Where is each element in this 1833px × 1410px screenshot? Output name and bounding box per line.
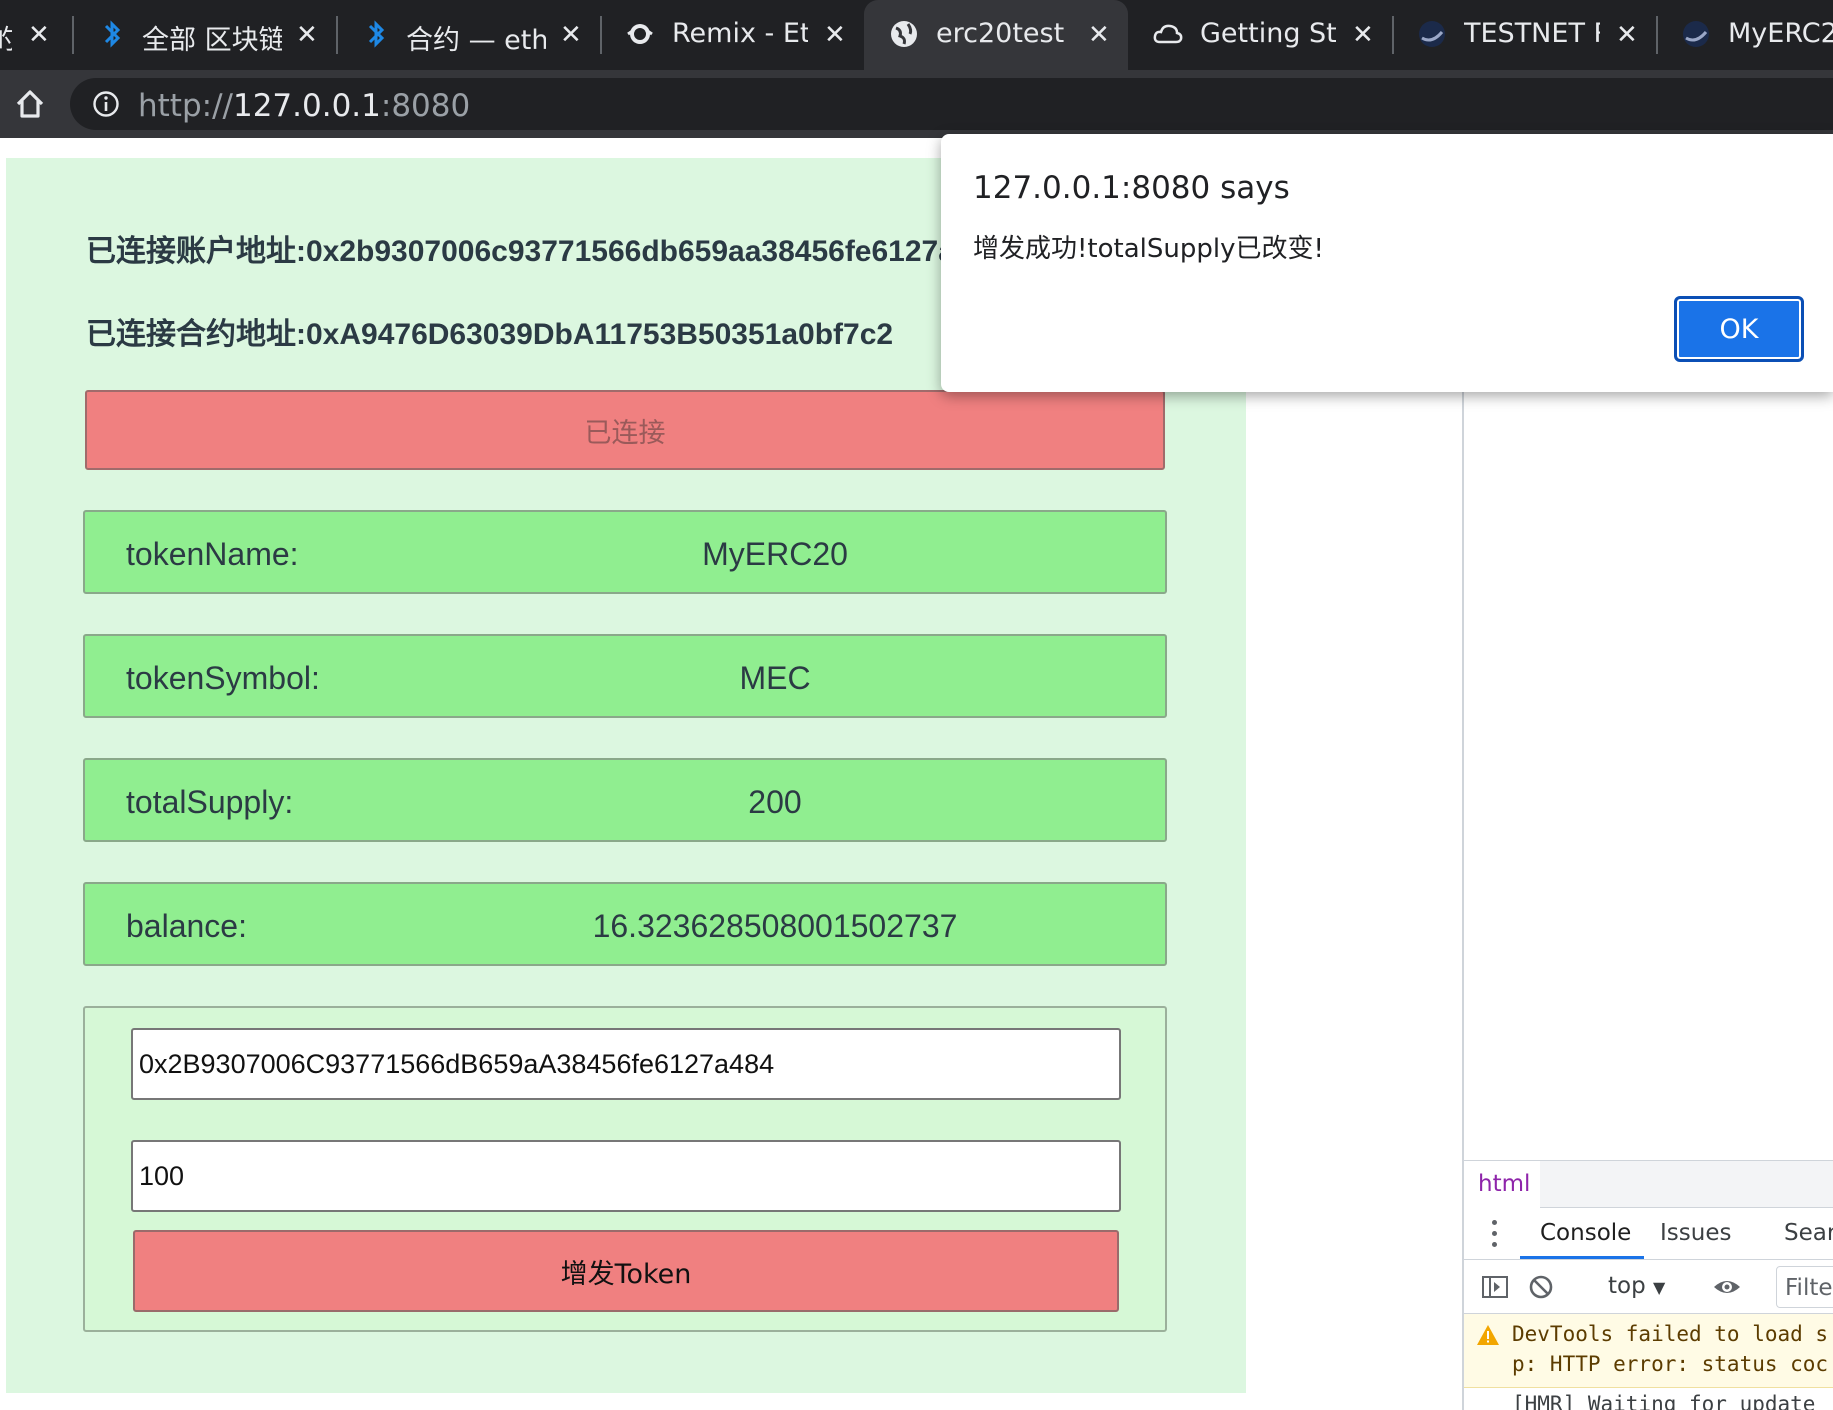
tab-title: Remix - Ethereum: [672, 18, 808, 49]
balance-label: balance:: [126, 908, 247, 944]
tab-6[interactable]: TESTNET Rinkeby ✕: [1394, 0, 1656, 70]
bluetooth-like-icon: [368, 20, 385, 48]
eye-icon[interactable]: [1712, 1272, 1742, 1302]
tab-4-active[interactable]: erc20test ✕: [864, 0, 1128, 70]
tab-title: 全部 区块链交易: [142, 25, 282, 56]
close-icon[interactable]: ✕: [296, 20, 318, 50]
url-port: :8080: [380, 88, 471, 124]
more-options-icon[interactable]: [1492, 1220, 1498, 1248]
tab-console[interactable]: Console: [1540, 1220, 1631, 1246]
sidebar-toggle-icon[interactable]: [1480, 1272, 1510, 1302]
context-selector[interactable]: top ▼: [1608, 1273, 1665, 1299]
warning-line-1: DevTools failed to load s: [1512, 1322, 1829, 1346]
remix-icon: [627, 24, 653, 44]
total-supply-value: 200: [748, 784, 802, 820]
tab-1[interactable]: 全部 区块链交易 ✕: [74, 0, 336, 70]
console-filter-input[interactable]: Filter: [1776, 1266, 1833, 1308]
tab-strip: 的 ✕ 全部 区块链交易 ✕ 合约 — ethe ✕ Remix - Ether…: [0, 0, 1833, 70]
mint-address-input[interactable]: [131, 1028, 1121, 1100]
breadcrumb-html[interactable]: html: [1464, 1161, 1540, 1209]
drawer-tabs: Console Issues Search: [1464, 1208, 1833, 1260]
tab-2[interactable]: 合约 — ethe ✕: [338, 0, 600, 70]
moon-icon: [1419, 21, 1445, 47]
total-supply-row: totalSupply: 200: [83, 758, 1167, 842]
token-name-row: tokenName: MyERC20: [83, 510, 1167, 594]
console-log-message: [HMR] Waiting for update: [1512, 1392, 1816, 1410]
info-icon[interactable]: [92, 90, 120, 118]
close-icon[interactable]: ✕: [28, 20, 50, 50]
connect-button[interactable]: 已连接: [85, 390, 1165, 470]
token-name-label: tokenName:: [126, 536, 299, 572]
alert-dialog: 127.0.0.1:8080 says 增发成功!totalSupply已改变!…: [941, 134, 1833, 392]
close-icon[interactable]: ✕: [1616, 20, 1638, 50]
bluetooth-like-icon: [104, 20, 121, 48]
url-host: 127.0.0.1: [232, 88, 381, 124]
globe-icon: [891, 21, 917, 47]
connected-account-address: 已连接账户地址:0x2b9307006c93771566db659aa38456…: [86, 235, 1005, 268]
tab-0[interactable]: 的 ✕: [0, 0, 70, 70]
total-supply-label: totalSupply:: [126, 784, 294, 820]
token-symbol-label: tokenSymbol:: [126, 660, 320, 696]
mint-amount-input[interactable]: [131, 1140, 1121, 1212]
address-bar: http://127.0.0.1:8080: [0, 70, 1833, 138]
clear-console-icon[interactable]: [1526, 1272, 1556, 1302]
close-icon[interactable]: ✕: [824, 20, 846, 50]
close-icon[interactable]: ✕: [1088, 20, 1110, 50]
tab-title: TESTNET Rinkeby: [1464, 18, 1600, 49]
cloud-icon: [1153, 24, 1183, 44]
alert-title: 127.0.0.1:8080 says: [973, 170, 1290, 206]
mint-form: 增发Token: [83, 1006, 1167, 1332]
token-symbol-row: tokenSymbol: MEC: [83, 634, 1167, 718]
tab-title: 合约 — ethe: [406, 25, 546, 56]
active-tab-indicator: [1520, 1256, 1644, 1259]
tab-search[interactable]: Search: [1784, 1220, 1833, 1246]
console-toolbar: top ▼ Filter: [1464, 1260, 1833, 1314]
close-icon[interactable]: ✕: [1352, 20, 1374, 50]
home-icon[interactable]: [10, 84, 50, 124]
tab-title: MyERC20: [1728, 18, 1833, 49]
url-text[interactable]: http://127.0.0.1:8080: [138, 88, 470, 124]
url-scheme: http://: [138, 88, 233, 124]
mint-token-button[interactable]: 增发Token: [133, 1230, 1119, 1312]
balance-value: 16.323628508001502737: [592, 908, 958, 944]
url-omnibox[interactable]: http://127.0.0.1:8080: [70, 78, 1833, 130]
tab-7[interactable]: MyERC20: [1658, 0, 1833, 70]
close-icon[interactable]: ✕: [560, 20, 582, 50]
tab-issues[interactable]: Issues: [1660, 1220, 1731, 1246]
alert-ok-button[interactable]: OK: [1674, 296, 1804, 362]
alert-message: 增发成功!totalSupply已改变!: [973, 234, 1324, 264]
token-symbol-value: MEC: [739, 660, 811, 696]
connected-contract-address: 已连接合约地址:0xA9476D63039DbA11753B50351a0bf7…: [86, 318, 894, 351]
console-warning-message: DevTools failed to load s p: HTTP error:…: [1464, 1314, 1833, 1388]
context-label: top: [1608, 1273, 1646, 1299]
warning-icon: [1477, 1325, 1499, 1345]
tab-3[interactable]: Remix - Ethereum ✕: [602, 0, 864, 70]
tab-title: erc20test: [936, 18, 1065, 49]
caret-down-icon: ▼: [1653, 1278, 1666, 1297]
warning-line-2: p: HTTP error: status coc: [1512, 1352, 1829, 1376]
tab-title: 的: [0, 18, 12, 57]
moon-icon: [1683, 21, 1709, 47]
token-name-value: MyERC20: [702, 536, 848, 572]
tab-title: Getting Started: [1200, 18, 1336, 49]
elements-breadcrumb: html: [1464, 1160, 1833, 1209]
balance-row: balance: 16.323628508001502737: [83, 882, 1167, 966]
tab-5[interactable]: Getting Started ✕: [1130, 0, 1392, 70]
